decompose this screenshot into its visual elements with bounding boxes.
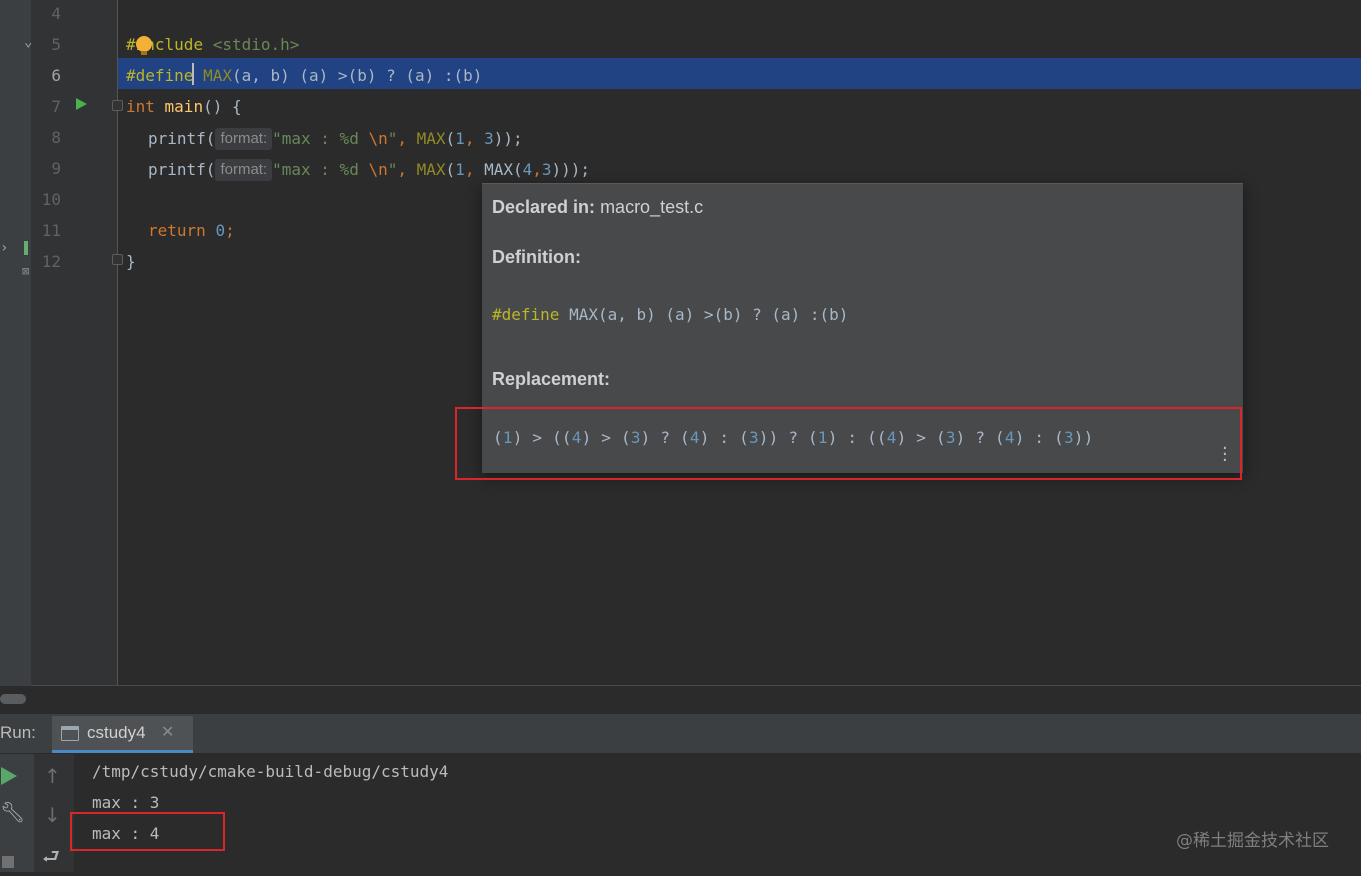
fold-close-icon[interactable] <box>112 254 123 265</box>
line-number: 12 <box>41 252 61 271</box>
macro-name: MAX <box>193 66 232 85</box>
line-number-current: 6 <box>51 66 61 85</box>
line-number: 9 <box>51 159 61 178</box>
stop-icon[interactable] <box>2 856 14 868</box>
rerun-icon[interactable] <box>1 767 17 785</box>
line-number: 7 <box>51 97 61 116</box>
close-parens: )); <box>493 129 523 148</box>
output-annotation-box <box>70 812 225 851</box>
code-line-6: #define MAX(a, b) (a) >(b) ? (a) :(b) <box>126 66 482 85</box>
macro-body: (a, b) (a) >(b) ? (a) :(b) <box>231 66 483 85</box>
line-number: 4 <box>51 4 61 23</box>
number: 0 <box>215 221 226 240</box>
paren: ( <box>445 160 456 179</box>
run-panel-header <box>0 714 1361 754</box>
macro-name: MAX <box>559 305 598 324</box>
string-literal: "max : %d <box>272 129 369 148</box>
soft-wrap-icon[interactable]: ⮐ <box>42 842 60 876</box>
tab-label[interactable]: cstudy4 <box>87 723 146 743</box>
keyword: int <box>126 97 155 116</box>
editor-divider <box>31 685 1361 686</box>
close-parens: ))); <box>551 160 591 179</box>
fold-open-icon[interactable] <box>112 100 123 111</box>
string-literal: "max : %d <box>272 160 369 179</box>
run-label: Run: <box>0 723 36 742</box>
inner-macro-call: MAX( <box>484 160 523 179</box>
closing-brace: } <box>126 252 136 271</box>
string-end: " <box>387 129 398 148</box>
number: 3 <box>541 160 552 179</box>
console-line: /tmp/cstudy/cmake-build-debug/cstudy4 <box>92 762 449 781</box>
comma: , <box>464 129 485 148</box>
include-header: <stdio.h> <box>203 35 300 54</box>
number: 1 <box>455 160 465 179</box>
parameter-hint: format: <box>215 159 273 181</box>
watermark: @稀土掘金技术社区 <box>1176 831 1329 851</box>
definition-label: Definition: <box>492 247 581 267</box>
escape-sequence: \n <box>368 129 388 148</box>
line-number: 5 <box>51 35 61 54</box>
define-directive: #define <box>126 66 194 85</box>
code-line-7: int main() { <box>126 97 242 116</box>
side-marker-icon: ⊠ <box>22 264 30 278</box>
console-line: max : 3 <box>92 793 160 812</box>
code-line-9: printf(format: "max : %d \n", MAX(1, MAX(… <box>148 159 590 181</box>
declared-file: macro_test.c <box>600 197 704 217</box>
line-number: 11 <box>41 221 61 240</box>
declared-in-label: Declared in: <box>492 197 596 217</box>
define-directive: #define <box>492 305 560 324</box>
code-text: () { <box>203 97 242 116</box>
line-number: 8 <box>51 128 61 147</box>
semicolon: ; <box>225 221 235 240</box>
code-line-12: } <box>126 252 136 271</box>
number: 4 <box>522 160 533 179</box>
comma: , <box>397 129 417 148</box>
function-name: main <box>154 97 204 116</box>
horizontal-scrollbar[interactable] <box>0 694 26 704</box>
preprocessor-hash: # <box>126 35 136 54</box>
arrow-up-icon[interactable]: ↑ <box>44 764 61 788</box>
paren: ( <box>445 129 456 148</box>
definition-code: #define MAX(a, b) (a) >(b) ? (a) :(b) <box>492 305 848 324</box>
code-line-11: return 0; <box>148 221 235 240</box>
code-line-8: printf(format: "max : %d \n", MAX(1, 3)); <box>148 128 523 150</box>
left-tool-strip <box>0 0 31 686</box>
close-icon[interactable]: ✕ <box>161 722 174 741</box>
lightbulb-base-icon <box>141 51 147 55</box>
line-number: 10 <box>41 190 61 209</box>
wrench-icon[interactable]: 🔧︎ <box>0 800 25 824</box>
comma: , <box>532 160 542 179</box>
macro-body: (a, b) (a) >(b) ? (a) :(b) <box>597 305 849 324</box>
number: 3 <box>484 129 494 148</box>
comma: , <box>397 160 417 179</box>
comma: , <box>464 160 485 179</box>
replacement-annotation-box <box>455 407 1242 480</box>
arrow-down-icon[interactable]: ↓ <box>44 803 61 827</box>
parameter-hint: format: <box>215 128 273 150</box>
run-gutter-icon[interactable] <box>76 98 87 110</box>
lightbulb-icon[interactable] <box>136 36 152 52</box>
text-caret <box>192 63 194 85</box>
keyword: return <box>148 221 206 240</box>
macro-call: MAX <box>416 129 446 148</box>
replacement-label: Replacement: <box>492 369 611 389</box>
number: 1 <box>455 129 465 148</box>
console-icon-bar <box>62 727 78 730</box>
string-end: " <box>387 160 398 179</box>
declared-in-row: Declared in: macro_test.c <box>492 197 703 218</box>
macro-call: MAX <box>416 160 446 179</box>
call: printf( <box>148 129 216 148</box>
escape-sequence: \n <box>368 160 388 179</box>
call: printf( <box>148 160 216 179</box>
structure-marker-icon <box>24 241 28 255</box>
expand-arrow-icon[interactable]: › <box>0 240 8 256</box>
code-line-5: #include <stdio.h> <box>126 35 299 54</box>
